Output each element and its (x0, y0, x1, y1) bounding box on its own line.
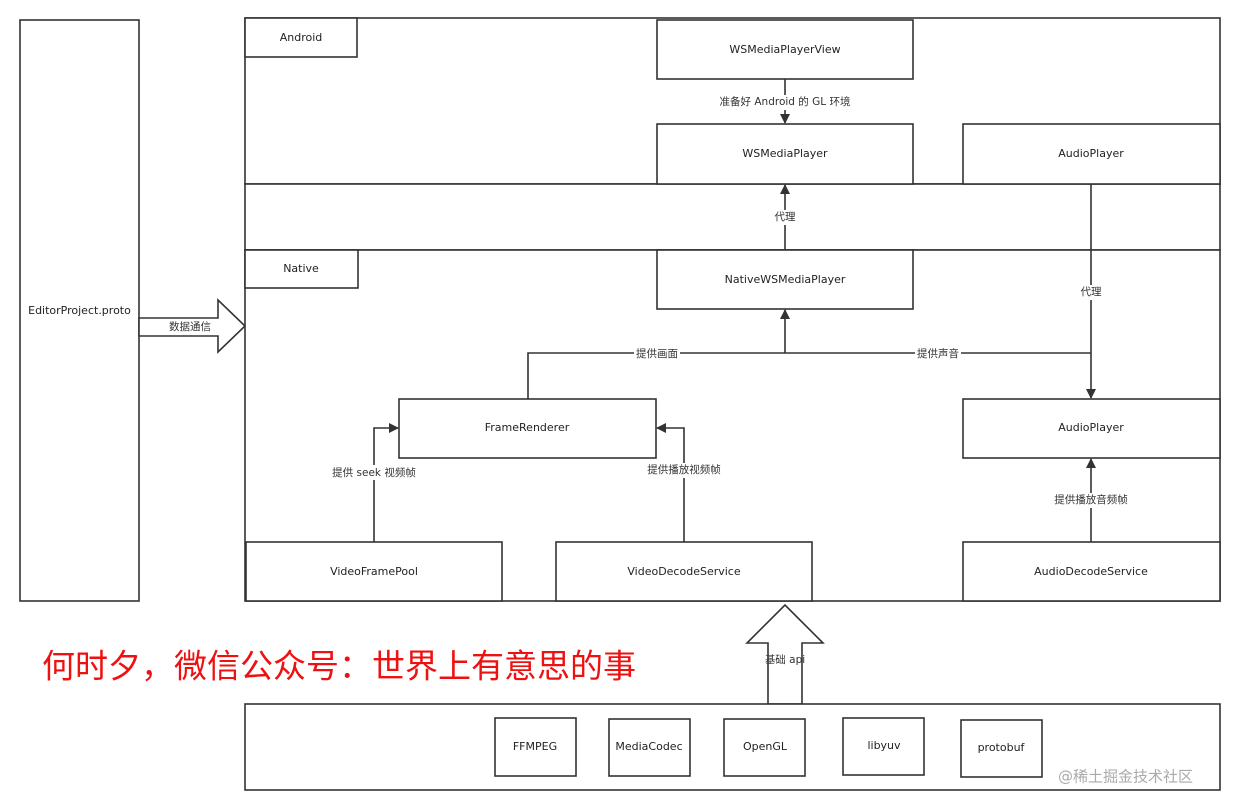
base-api-arrow: 基础 api (745, 603, 825, 705)
svg-text:protobuf: protobuf (978, 741, 1026, 754)
svg-text:Native: Native (283, 262, 319, 275)
svg-text:提供画面: 提供画面 (636, 347, 678, 360)
svg-text:MediaCodec: MediaCodec (615, 740, 682, 753)
node-audio-decode-service: AudioDecodeService (962, 541, 1221, 602)
svg-text:EditorProject.proto: EditorProject.proto (28, 304, 131, 317)
svg-text:FFMPEG: FFMPEG (513, 740, 557, 753)
svg-text:WSMediaPlayer: WSMediaPlayer (742, 147, 828, 160)
svg-text:代理: 代理 (1081, 286, 1103, 298)
svg-text:提供播放音频帧: 提供播放音频帧 (1054, 493, 1128, 506)
svg-text:OpenGL: OpenGL (743, 740, 788, 753)
bridge-band (244, 183, 1221, 251)
node-ws-media-player-view: WSMediaPlayerView (656, 19, 914, 80)
node-audio-player-native: AudioPlayer (962, 398, 1221, 459)
svg-text:AudioPlayer: AudioPlayer (1058, 147, 1124, 160)
svg-text:代理: 代理 (775, 211, 796, 223)
node-frame-renderer: FrameRenderer (398, 398, 657, 459)
node-audio-player-android: AudioPlayer (962, 123, 1221, 185)
svg-text:VideoDecodeService: VideoDecodeService (627, 565, 740, 578)
node-native-ws-media-player: NativeWSMediaPlayer (656, 249, 914, 310)
svg-text:准备好 Android 的 GL 环境: 准备好 Android 的 GL 环境 (720, 95, 851, 108)
svg-text:Android: Android (280, 31, 323, 44)
watermark: @稀土掘金技术社区 (1058, 768, 1193, 786)
lib-opengl: OpenGL (723, 718, 806, 777)
svg-text:提供播放视频帧: 提供播放视频帧 (647, 463, 721, 476)
lib-protobuf: protobuf (960, 719, 1043, 778)
svg-text:libyuv: libyuv (867, 739, 901, 752)
lib-libyuv: libyuv (842, 717, 925, 776)
svg-text:FrameRenderer: FrameRenderer (485, 421, 570, 434)
svg-text:NativeWSMediaPlayer: NativeWSMediaPlayer (725, 273, 846, 286)
data-comm-arrow: 数据通信 (138, 298, 247, 354)
node-ws-media-player: WSMediaPlayer (656, 123, 914, 185)
lib-ffmpeg: FFMPEG (494, 717, 577, 777)
editor-project-node: EditorProject.proto (19, 19, 140, 602)
node-video-decode-service: VideoDecodeService (555, 541, 813, 602)
architecture-diagram: EditorProject.proto 数据通信 Android Native … (19, 17, 1221, 791)
svg-text:数据通信: 数据通信 (169, 320, 211, 333)
svg-text:提供 seek 视频帧: 提供 seek 视频帧 (332, 466, 416, 479)
svg-text:提供声音: 提供声音 (917, 347, 959, 360)
svg-text:AudioDecodeService: AudioDecodeService (1034, 565, 1148, 578)
svg-text:WSMediaPlayerView: WSMediaPlayerView (729, 43, 840, 56)
banner-text: 何时夕，微信公众号：世界上有意思的事 (42, 647, 636, 686)
svg-text:基础 api: 基础 api (765, 653, 805, 666)
svg-text:AudioPlayer: AudioPlayer (1058, 421, 1124, 434)
node-video-frame-pool: VideoFramePool (245, 541, 503, 602)
svg-text:VideoFramePool: VideoFramePool (330, 565, 418, 578)
lib-mediacodec: MediaCodec (608, 718, 691, 777)
